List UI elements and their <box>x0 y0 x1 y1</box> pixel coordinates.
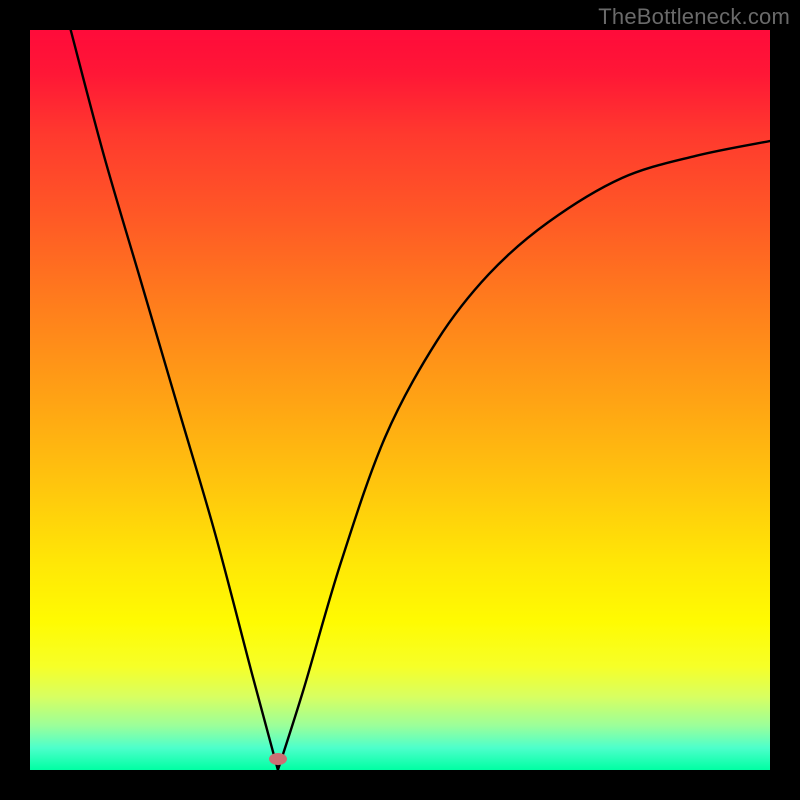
chart-area <box>30 30 770 770</box>
watermark-text: TheBottleneck.com <box>598 4 790 30</box>
bottleneck-curve <box>30 30 770 770</box>
optimum-marker <box>269 753 287 765</box>
